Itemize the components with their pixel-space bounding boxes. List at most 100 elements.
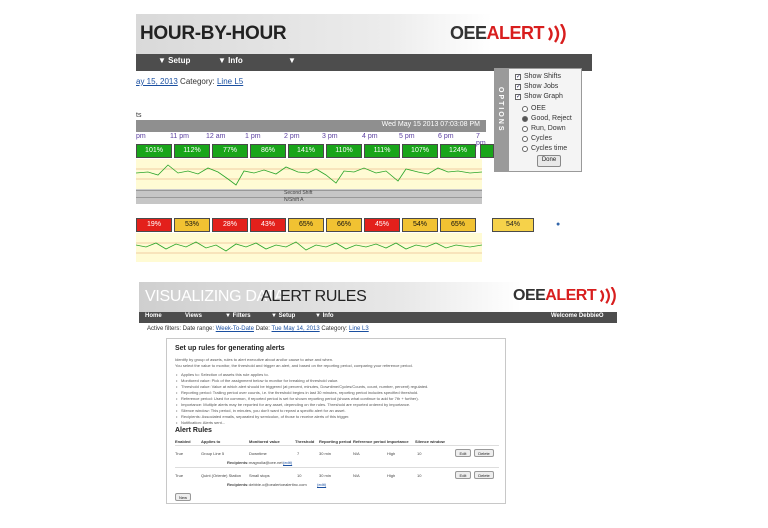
filter-category-label: Category: <box>321 326 348 332</box>
radio-good-reject[interactable]: Good, Reject <box>522 115 572 122</box>
hour-oee-cell[interactable]: 65% <box>288 218 324 232</box>
radio-cycles[interactable]: Cycles <box>522 135 552 142</box>
row-2-expand-icon[interactable]: ● <box>556 221 560 228</box>
intro-text-1: Identify by group of assets, rules to al… <box>175 357 334 362</box>
hour-oee-cell[interactable]: 107% <box>402 144 438 158</box>
logo-alert-text: ALERT <box>545 287 597 304</box>
hour-oee-cell[interactable]: 112% <box>174 144 210 158</box>
show-shifts-checkbox[interactable]: ✓ Show Shifts <box>515 73 561 80</box>
delete-rule-button[interactable]: Delete <box>474 471 494 479</box>
trend-graph-1 <box>136 159 482 190</box>
header-divider <box>175 445 499 446</box>
help-bullet: Reference period: Used for common, if re… <box>176 396 419 401</box>
edit-rule-button[interactable]: Edit <box>455 449 471 457</box>
welcome-user: Welcome DebbieO <box>551 313 604 319</box>
nav-setup[interactable]: ▼ Setup <box>158 56 190 65</box>
hour-oee-cell[interactable]: 111% <box>364 144 400 158</box>
hour-tick: 2 pm <box>284 133 300 140</box>
hour-oee-cell[interactable]: 43% <box>250 218 286 232</box>
show-graph-checkbox[interactable]: ✓ Show Graph <box>515 93 563 100</box>
rule-applies-to: Group Line 5 <box>201 451 225 456</box>
oee-row-1: 101% 112% 77% 86% 141% 110% 111% 107% 124% <box>136 144 478 158</box>
new-rule-button[interactable]: New <box>175 493 191 501</box>
hour-oee-cell[interactable]: 86% <box>250 144 286 158</box>
rule-importance: High <box>387 473 396 478</box>
page-title: HOUR-BY-HOUR <box>140 23 287 44</box>
checkbox-checked-icon: ✓ <box>515 93 522 100</box>
hour-tick: 1 pm <box>245 133 261 140</box>
radio-selected-icon <box>522 115 528 122</box>
datetime-label: Wed May 15 2013 07:03:08 PM <box>381 121 480 128</box>
rule-importance: High <box>387 451 396 456</box>
help-bullet: Monitored value: Pick of the assignment … <box>176 378 338 383</box>
column-header: Importance <box>387 439 409 444</box>
date-bar: Wed May 15 2013 07:03:08 PM <box>136 120 486 132</box>
help-bullet: Reporting period: Trailing period over c… <box>176 390 418 395</box>
filter-category[interactable]: Line L3 <box>349 326 369 332</box>
row-divider <box>175 467 499 468</box>
nav-filters[interactable]: ▼ Filters <box>225 313 251 319</box>
hour-oee-cell[interactable]: 66% <box>326 218 362 232</box>
options-tab[interactable]: OPTIONS <box>495 69 509 171</box>
done-button[interactable]: Done <box>537 155 561 167</box>
shift-bar: Second Shift <box>136 190 482 197</box>
hour-tick: 5 pm <box>399 133 415 140</box>
hour-oee-cell[interactable]: 141% <box>288 144 324 158</box>
oee-alert-logo: OEE ALERT <box>450 23 568 44</box>
hour-oee-cell[interactable]: 124% <box>440 144 476 158</box>
rule-applies-to: Quint (Oriente) Station <box>201 473 242 478</box>
radio-icon <box>522 135 528 142</box>
hour-tick: 11 pm <box>170 133 189 140</box>
hour-oee-cell[interactable]: 110% <box>326 144 362 158</box>
column-header: Silence window <box>415 439 445 444</box>
radio-run-down[interactable]: Run, Down <box>522 125 566 132</box>
nav-info[interactable]: ▼ Info <box>218 56 243 65</box>
radio-cycles-time[interactable]: Cycles time <box>522 145 567 152</box>
column-header: Monitored value <box>249 439 280 444</box>
nav-views[interactable]: Views <box>185 313 202 319</box>
alert-rules-screenshot: VISUALIZING DATA ALERT RULES OEE ALERT Ho… <box>139 282 617 510</box>
nav-home[interactable]: Home <box>145 313 162 319</box>
edit-rule-button[interactable]: Edit <box>455 471 471 479</box>
show-graph-label: Show Graph <box>524 93 563 100</box>
recipients-label: Recipients: <box>227 460 249 465</box>
recipients-edit-link[interactable]: (edit) <box>317 482 326 487</box>
hour-oee-cell[interactable]: 53% <box>174 218 210 232</box>
nav-setup[interactable]: ▼ Setup <box>271 313 295 319</box>
hour-oee-cell[interactable]: 45% <box>364 218 400 232</box>
column-header: Applies to <box>201 439 221 444</box>
filter-range[interactable]: Week-To-Date <box>216 326 254 332</box>
hour-oee-cell[interactable]: 19% <box>136 218 172 232</box>
hour-oee-cell[interactable]: 28% <box>212 218 248 232</box>
show-jobs-checkbox[interactable]: ✓ Show Jobs <box>515 83 558 90</box>
column-header: Threshold <box>295 439 315 444</box>
filter-line: ay 15, 2013 Category: Line L5 <box>136 77 243 86</box>
hour-oee-cell[interactable]: 65% <box>440 218 476 232</box>
help-bullet: Threshold value: Value at which alert sh… <box>176 384 428 389</box>
radio-icon <box>522 105 528 112</box>
nav-info[interactable]: ▼ Info <box>315 313 334 319</box>
filter-category[interactable]: Line L5 <box>217 77 243 86</box>
filter-date[interactable]: Tue May 14, 2013 <box>272 326 320 332</box>
filter-date-label: Date: <box>255 326 270 332</box>
delete-rule-button[interactable]: Delete <box>474 449 494 457</box>
options-panel: OPTIONS ✓ Show Shifts ✓ Show Jobs ✓ Show Gr… <box>494 68 582 172</box>
oee-alert-logo: OEE ALERT <box>513 287 617 305</box>
alert-rules-card: Set up rules for generating alerts Ident… <box>166 338 506 504</box>
column-header: Reporting period <box>319 439 352 444</box>
filter-date[interactable]: ay 15, 2013 <box>136 77 178 86</box>
radio-oee[interactable]: OEE <box>522 105 546 112</box>
hour-tick: pm <box>136 133 146 140</box>
rule-silence: 10 <box>417 473 422 478</box>
hour-oee-cell[interactable]: 101% <box>136 144 172 158</box>
column-header: Reference period <box>353 439 386 444</box>
rule-enabled: True <box>175 473 184 478</box>
hour-oee-cell[interactable]: 54% <box>402 218 438 232</box>
shift-label: Second Shift <box>284 190 313 196</box>
hour-oee-cell[interactable]: 77% <box>212 144 248 158</box>
radio-label: Cycles <box>531 135 553 142</box>
nav-more[interactable]: ▼ <box>288 56 296 65</box>
recipients-edit-link[interactable]: (edit) <box>283 460 292 465</box>
radio-icon <box>522 125 528 132</box>
hour-tick: 3 pm <box>322 133 338 140</box>
